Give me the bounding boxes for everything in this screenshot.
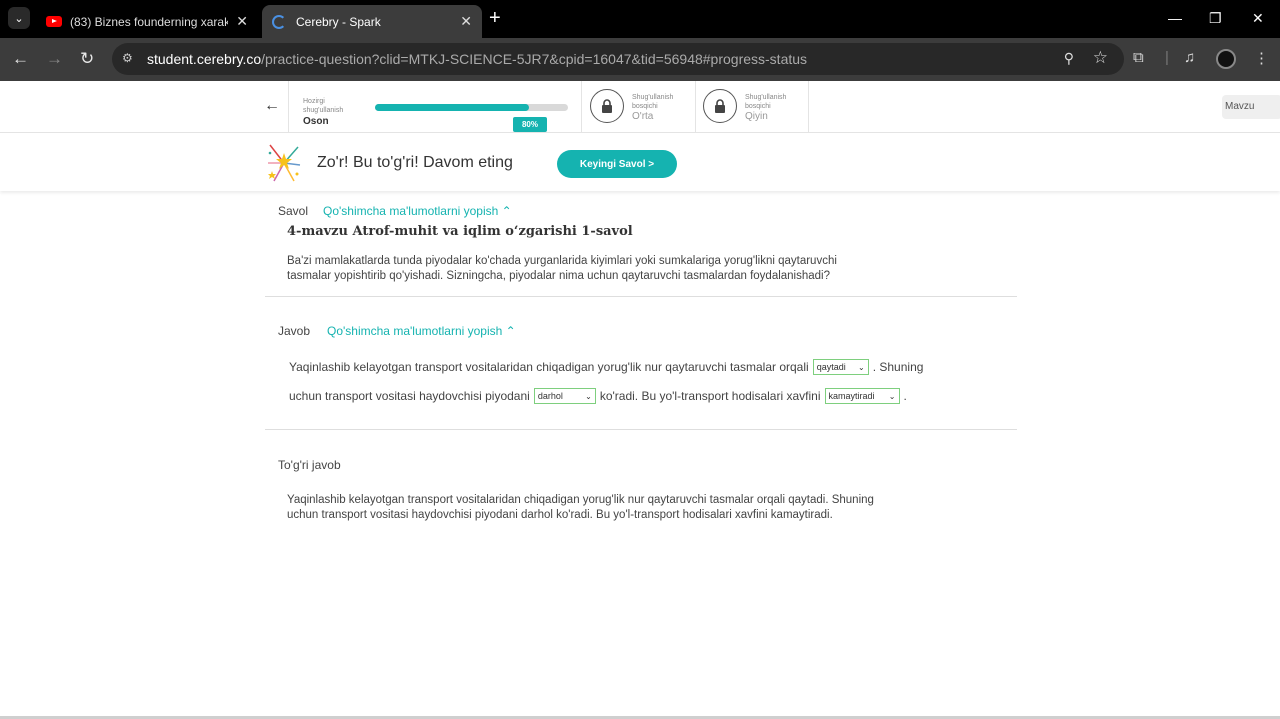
forward-icon[interactable]: → <box>46 49 63 69</box>
current-level-caption: Hozirgi shug'ullanish <box>303 98 344 114</box>
progress-header: ← Hozirgi shug'ullanish Oson Shug'ullani… <box>0 81 1280 133</box>
progress-percent-badge: 80% <box>513 117 547 132</box>
restore-icon[interactable]: ❐ <box>1209 10 1222 27</box>
bookmark-star-icon[interactable]: ☆ <box>1093 48 1108 68</box>
correct-answer-label: To'g'ri javob <box>278 458 341 472</box>
zoom-icon[interactable]: ⚲ <box>1064 50 1074 67</box>
site-info-icon[interactable]: ⚙ <box>122 51 133 65</box>
address-bar[interactable]: ⚙ student.cerebry.co/practice-question?c… <box>112 43 1124 75</box>
tab-cerebry[interactable]: Cerebry - Spark ✕ <box>262 5 482 38</box>
answer-select-2[interactable]: darhol ⌄ <box>533 388 596 404</box>
question-title: 4-mavzu Atrof-muhit va iqlim o‘zgarishi … <box>287 224 633 239</box>
close-window-icon[interactable]: ✕ <box>1252 10 1264 27</box>
success-message: Zo'r! Bu to'g'ri! Davom eting <box>317 154 513 171</box>
youtube-icon <box>46 16 62 27</box>
answer-label: Javob <box>278 324 311 338</box>
tab-title: Cerebry - Spark <box>296 14 381 29</box>
answer-text: ko'radi. Bu yo'l-transport hodisalari xa… <box>599 389 821 403</box>
answer-line-1: Yaqinlashib kelayotgan transport vosital… <box>289 359 923 375</box>
tab-search-chevron-icon[interactable]: ⌄ <box>8 7 30 29</box>
minimize-icon[interactable]: — <box>1168 10 1182 26</box>
success-banner: Zo'r! Bu to'g'ri! Davom eting Keyingi Sa… <box>0 133 1280 191</box>
back-arrow-icon[interactable]: ← <box>264 97 280 115</box>
answer-text: Yaqinlashib kelayotgan transport vosital… <box>289 360 809 374</box>
chevron-down-icon: ⌄ <box>858 362 865 372</box>
celebration-icon <box>268 144 301 182</box>
divider <box>581 81 582 133</box>
browser-toolbar: ← → ↻ ⚙ student.cerebry.co/practice-ques… <box>0 38 1280 81</box>
progress-fill <box>375 104 530 111</box>
answer-text: . <box>903 389 907 403</box>
level2-name: O'rta <box>632 111 654 122</box>
level3-caption: Shug'ullanish bosqichi <box>745 94 787 110</box>
question-text-line: Ba'zi mamlakatlarda tunda piyodalar ko'c… <box>287 255 837 267</box>
media-control-icon[interactable]: ♫ <box>1184 49 1195 66</box>
answer-line-2: uchun transport vositasi haydovchisi piy… <box>289 388 907 404</box>
current-level-name: Oson <box>303 116 329 127</box>
divider <box>288 81 289 133</box>
chevron-up-icon: ⌃ <box>505 324 516 338</box>
lock-icon <box>703 89 737 123</box>
loading-icon <box>272 14 286 29</box>
profile-avatar[interactable] <box>1216 49 1236 69</box>
chevron-down-icon: ⌄ <box>585 391 592 401</box>
question-label: Savol <box>278 204 309 218</box>
url-text[interactable]: student.cerebry.co/practice-question?cli… <box>147 51 807 67</box>
divider <box>265 296 1017 297</box>
close-tab-icon[interactable]: ✕ <box>460 13 472 30</box>
new-tab-button[interactable]: + <box>489 8 501 28</box>
menu-kebab-icon[interactable]: ⋮ <box>1254 49 1269 67</box>
reload-icon[interactable]: ↻ <box>80 49 94 69</box>
divider <box>808 81 809 133</box>
level2-caption: Shug'ullanish bosqichi <box>632 94 674 110</box>
answer-select-3[interactable]: kamaytiradi ⌄ <box>824 388 900 404</box>
question-collapse-toggle[interactable]: Qo'shimcha ma'lumotlarni yopish ⌃ <box>323 204 512 218</box>
chevron-up-icon: ⌃ <box>501 204 512 218</box>
toolbar-divider: | <box>1165 49 1169 66</box>
browser-tab-bar: ⌄ (83) Biznes founderning xarakte ✕ Cere… <box>0 0 1280 38</box>
progress-track <box>375 104 568 111</box>
answer-text: . Shuning <box>872 360 924 374</box>
lock-icon <box>590 89 624 123</box>
tab-title: (83) Biznes founderning xarakte <box>70 14 229 29</box>
correct-answer-line: uchun transport vositasi haydovchisi piy… <box>287 509 833 521</box>
mavzu-button[interactable]: Mavzu <box>1222 95 1280 119</box>
next-question-button[interactable]: Keyingi Savol > <box>557 150 677 178</box>
answer-text: uchun transport vositasi haydovchisi piy… <box>289 389 530 403</box>
chevron-down-icon: ⌄ <box>888 391 896 401</box>
level3-name: Qiyin <box>745 111 768 122</box>
extensions-icon[interactable]: ⧉ <box>1133 49 1144 66</box>
answer-collapse-toggle[interactable]: Qo'shimcha ma'lumotlarni yopish ⌃ <box>327 324 516 338</box>
close-tab-icon[interactable]: ✕ <box>236 13 248 30</box>
divider <box>695 81 696 133</box>
tab-youtube[interactable]: (83) Biznes founderning xarakte ✕ <box>36 5 258 38</box>
question-text-line: tasmalar yopishtirib qo'yishadi. Sizning… <box>287 270 830 282</box>
correct-answer-line: Yaqinlashib kelayotgan transport vosital… <box>287 494 874 506</box>
divider <box>265 429 1017 430</box>
back-icon[interactable]: ← <box>12 49 29 69</box>
answer-select-1[interactable]: qaytadi ⌄ <box>812 359 869 375</box>
